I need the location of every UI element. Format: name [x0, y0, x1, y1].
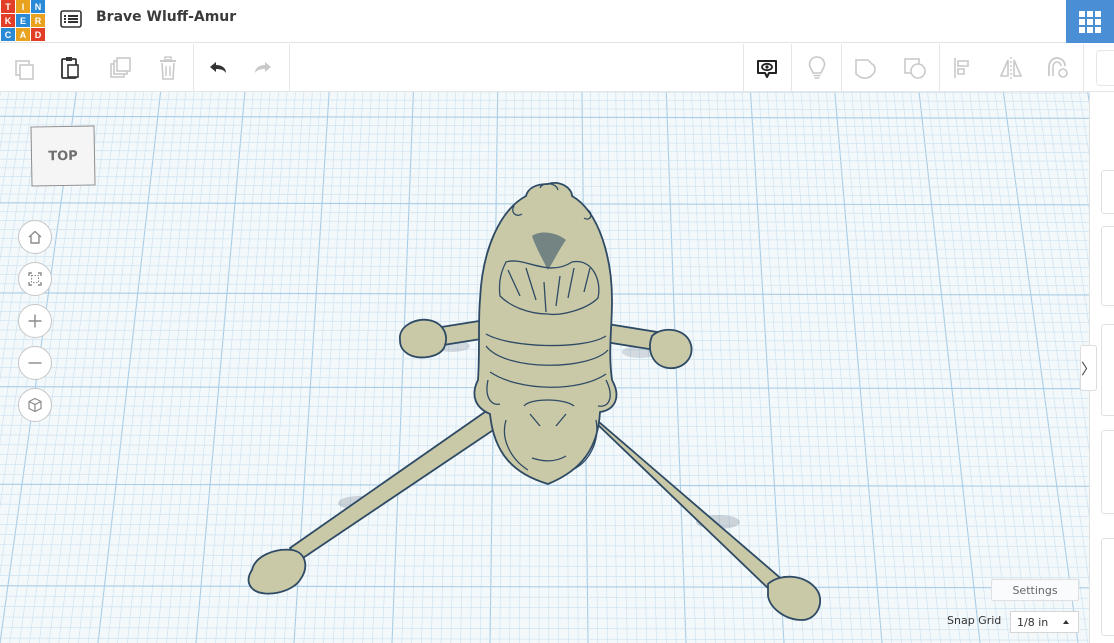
delete-icon[interactable] [150, 50, 186, 86]
undo-icon[interactable] [199, 50, 235, 86]
fit-view-icon [28, 272, 42, 286]
toolbar-divider [743, 44, 744, 92]
toolbar-overflow[interactable] [1096, 50, 1114, 86]
workplane[interactable]: TOP Settings Snap Grid 1/8 in [0, 92, 1089, 643]
lightbulb-icon[interactable] [799, 50, 835, 86]
chevron-right-icon: 〉 [1081, 359, 1097, 378]
toolbar-divider [1083, 44, 1084, 92]
home-view-button[interactable] [18, 220, 52, 254]
logo-letter: D [31, 28, 45, 41]
tinkercad-logo[interactable]: TIN KER CAD [1, 0, 45, 41]
chevron-up-icon [1063, 620, 1069, 624]
snap-grid-label: Snap Grid [947, 614, 1002, 627]
zoom-in-icon [28, 314, 42, 328]
design-list-icon[interactable] [58, 6, 84, 32]
logo-letter: K [1, 14, 15, 27]
panel-toggle-button[interactable]: 〉 [1080, 345, 1097, 391]
toolbar-divider [791, 44, 792, 92]
view-cube[interactable]: TOP [30, 125, 96, 187]
zoom-out-icon [28, 362, 42, 364]
panel-tab[interactable] [1101, 170, 1114, 214]
snap-grid-select[interactable]: 1/8 in [1010, 611, 1079, 633]
toolbar-divider [841, 44, 842, 92]
logo-letter: T [1, 0, 15, 13]
workplane-grid [0, 92, 1089, 643]
fit-view-button[interactable] [18, 262, 52, 296]
panel-tab[interactable] [1101, 324, 1114, 416]
logo-letter: C [1, 28, 15, 41]
logo-letter: N [31, 0, 45, 13]
toolbar-divider [939, 44, 940, 92]
perspective-toggle-button[interactable] [18, 388, 52, 422]
hole-icon[interactable] [897, 50, 933, 86]
zoom-in-button[interactable] [18, 304, 52, 338]
panel-tab[interactable] [1101, 538, 1114, 636]
home-icon [28, 230, 42, 244]
view-cube-face-label: TOP [48, 148, 78, 164]
perspective-cube-icon [28, 397, 42, 413]
design-title[interactable]: Brave Wluff-Amur [96, 9, 236, 25]
toolbar-divider [193, 44, 194, 92]
app-header: TIN KER CAD Brave Wluff-Amur [0, 0, 1114, 43]
duplicate-icon[interactable] [102, 50, 138, 86]
snap-grid-value: 1/8 in [1017, 615, 1049, 629]
panel-tab[interactable] [1101, 226, 1114, 306]
zoom-out-button[interactable] [18, 346, 52, 380]
logo-letter: I [16, 0, 30, 13]
toolbar-divider [289, 44, 290, 92]
settings-button[interactable]: Settings [991, 579, 1079, 601]
copy-icon[interactable] [6, 50, 42, 86]
group-magnet-icon[interactable] [1039, 50, 1075, 86]
apps-grid-button[interactable] [1066, 0, 1114, 43]
logo-letter: A [16, 28, 30, 41]
align-icon[interactable] [945, 50, 981, 86]
logo-letter: R [31, 14, 45, 27]
notes-icon[interactable] [749, 50, 785, 86]
edit-toolbar [0, 44, 1114, 92]
logo-letter: E [16, 14, 30, 27]
redo-icon[interactable] [246, 50, 282, 86]
paste-icon[interactable] [52, 50, 88, 86]
panel-tab[interactable] [1101, 430, 1114, 514]
apps-grid-icon [1079, 10, 1101, 33]
shape-icon[interactable] [848, 50, 884, 86]
mirror-icon[interactable] [993, 50, 1029, 86]
